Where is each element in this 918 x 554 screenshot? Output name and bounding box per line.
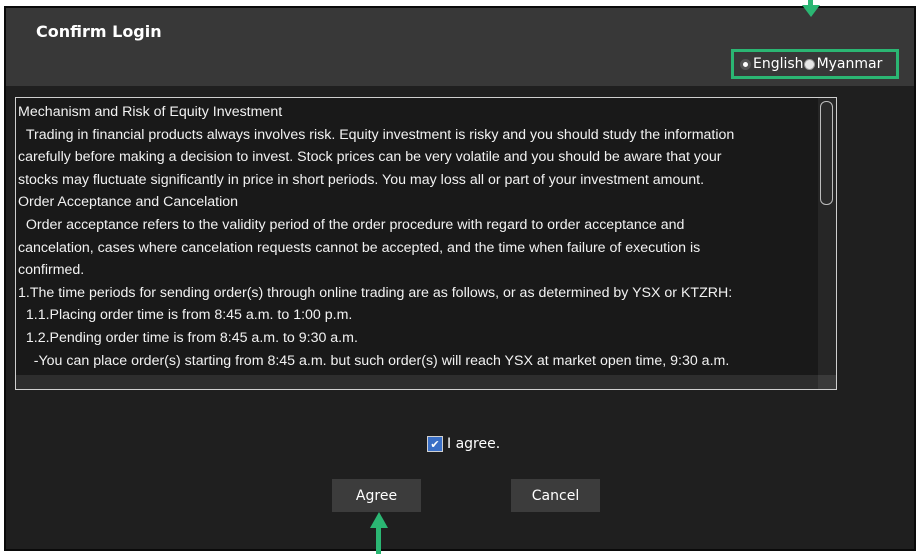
scrollbar-corner xyxy=(818,375,836,389)
terms-line: confirmed. xyxy=(18,262,85,279)
language-selector: English Myanmar xyxy=(731,49,899,79)
terms-textbox[interactable]: Mechanism and Risk of Equity Investment … xyxy=(15,97,837,390)
radio-myanmar[interactable] xyxy=(803,58,815,70)
radio-english[interactable] xyxy=(740,58,751,70)
terms-line: Order Acceptance and Cancelation xyxy=(18,194,239,211)
language-option-english[interactable]: English xyxy=(740,56,804,72)
language-label-english: English xyxy=(753,56,804,72)
terms-line: Trading in financial products always inv… xyxy=(18,126,735,143)
terms-line: -You can place order(s) starting from 8:… xyxy=(18,352,730,369)
terms-vertical-scrollbar[interactable] xyxy=(818,98,836,375)
agree-checkbox[interactable]: ✔ xyxy=(427,436,443,452)
language-option-myanmar[interactable]: Myanmar xyxy=(803,56,883,72)
confirm-login-dialog: Confirm Login English Myanmar Mechanism … xyxy=(4,6,916,551)
cancel-button[interactable]: Cancel xyxy=(511,479,600,512)
terms-line: 1.2.Pending order time is from 8:45 a.m.… xyxy=(18,329,358,346)
terms-scroll-thumb[interactable] xyxy=(820,101,833,205)
terms-line: carefully before making a decision to in… xyxy=(18,149,722,166)
terms-line: Mechanism and Risk of Equity Investment xyxy=(18,104,283,120)
agree-checkbox-label: I agree. xyxy=(447,436,501,452)
terms-line: cancelation, cases where cancelation req… xyxy=(18,239,701,256)
dialog-title: Confirm Login xyxy=(36,22,162,41)
terms-horizontal-scrollbar[interactable] xyxy=(16,375,818,389)
language-label-myanmar: Myanmar xyxy=(816,56,883,72)
agree-button[interactable]: Agree xyxy=(332,479,421,512)
terms-line: Order acceptance refers to the validity … xyxy=(18,216,685,233)
terms-text: Mechanism and Risk of Equity Investment … xyxy=(18,101,816,372)
terms-line: 1.1.Placing order time is from 8:45 a.m.… xyxy=(18,307,353,324)
agree-checkbox-row[interactable]: ✔ I agree. xyxy=(427,436,500,452)
terms-line: stocks may fluctuate significantly in pr… xyxy=(18,171,705,188)
dialog-header: Confirm Login English Myanmar xyxy=(6,8,914,86)
terms-line: 1.The time periods for sending order(s) … xyxy=(18,284,733,301)
